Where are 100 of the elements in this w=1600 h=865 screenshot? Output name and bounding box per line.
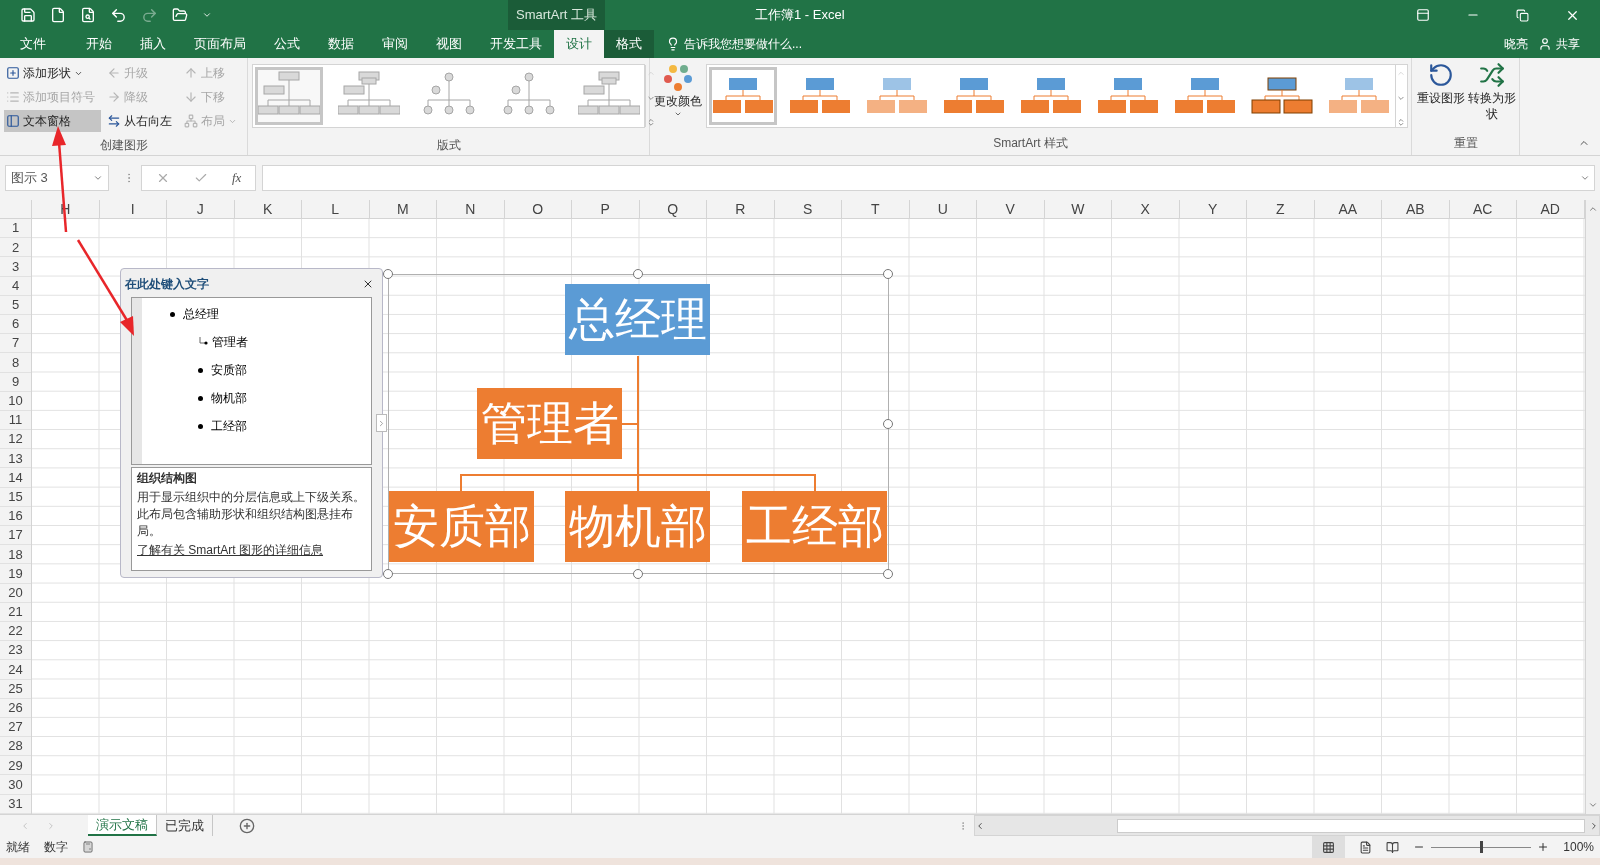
row-header[interactable]: 22 xyxy=(0,621,31,642)
resize-handle[interactable] xyxy=(883,269,893,279)
row-header[interactable]: 5 xyxy=(0,295,31,315)
resize-handle[interactable] xyxy=(883,419,893,429)
row-header[interactable]: 14 xyxy=(0,468,31,488)
open-folder-icon[interactable] xyxy=(172,7,188,23)
close-icon[interactable] xyxy=(362,278,374,290)
outline-text[interactable]: 物机部 xyxy=(211,389,247,407)
ribbon-tab[interactable]: 数据 xyxy=(316,30,366,58)
insert-function-button[interactable]: fx xyxy=(232,168,242,188)
row-header[interactable]: 4 xyxy=(0,276,31,296)
vertical-scrollbar[interactable] xyxy=(1584,200,1600,814)
column-header[interactable]: AA xyxy=(1314,200,1382,218)
column-header[interactable]: O xyxy=(504,200,572,218)
ribbon-tab[interactable]: 格式 xyxy=(604,30,654,58)
page-break-view-icon[interactable] xyxy=(1386,840,1400,854)
row-header[interactable]: 17 xyxy=(0,526,31,546)
row-header[interactable]: 11 xyxy=(0,410,31,431)
resize-handle[interactable] xyxy=(633,569,643,579)
ribbon-tab[interactable]: 审阅 xyxy=(370,30,420,58)
name-box[interactable]: 图示 3 xyxy=(5,165,109,191)
horizontal-scrollbar[interactable] xyxy=(974,815,1600,836)
ribbon-command[interactable]: 添加形状 xyxy=(4,62,101,84)
ribbon-tab[interactable]: 插入 xyxy=(128,30,178,58)
row-header[interactable]: 16 xyxy=(0,506,31,526)
restore-icon[interactable] xyxy=(1516,8,1529,22)
outline-text[interactable]: 安质部 xyxy=(211,361,247,379)
column-header[interactable]: AC xyxy=(1449,200,1517,218)
row-header[interactable]: 26 xyxy=(0,698,31,718)
row-header[interactable]: 19 xyxy=(0,564,31,584)
column-header[interactable]: T xyxy=(842,200,910,218)
page-layout-view-icon[interactable] xyxy=(1359,840,1373,854)
zoom-slider[interactable] xyxy=(1431,841,1532,853)
row-header[interactable]: 6 xyxy=(0,314,31,335)
user-name[interactable]: 晓亮 xyxy=(1504,35,1528,53)
column-header[interactable]: Q xyxy=(639,200,707,218)
row-header[interactable]: 1 xyxy=(0,219,31,239)
change-colors-button[interactable]: 更改颜色 xyxy=(654,62,702,132)
save-icon[interactable] xyxy=(20,7,36,23)
expand-caret-icon[interactable] xyxy=(1580,173,1590,183)
column-header[interactable]: M xyxy=(369,200,437,218)
zoom-slider-thumb[interactable] xyxy=(1480,841,1484,853)
row-header[interactable]: 31 xyxy=(0,794,31,814)
ribbon-tab[interactable]: 视图 xyxy=(424,30,474,58)
resize-handle[interactable] xyxy=(883,569,893,579)
outline-text[interactable]: 管理者 xyxy=(212,333,248,351)
print-preview-icon[interactable] xyxy=(80,7,96,23)
outline-text[interactable]: 总经理 xyxy=(183,305,219,323)
outline-text[interactable]: 工经部 xyxy=(211,417,247,435)
ribbon-tab[interactable]: 公式 xyxy=(262,30,312,58)
resize-handle[interactable] xyxy=(383,569,393,579)
formula-input[interactable] xyxy=(262,165,1595,191)
dropdown-caret-icon[interactable] xyxy=(93,173,103,183)
row-header[interactable]: 3 xyxy=(0,257,31,277)
enter-icon[interactable] xyxy=(194,171,208,185)
ribbon-large-button[interactable]: 重设图形 xyxy=(1416,62,1465,134)
reset-graphic-icon[interactable] xyxy=(1427,62,1454,88)
row-header[interactable]: 2 xyxy=(0,238,31,258)
column-header[interactable]: J xyxy=(167,200,235,218)
zoom-percent[interactable]: 100% xyxy=(1563,838,1594,856)
row-header[interactable]: 23 xyxy=(0,641,31,661)
help-link[interactable]: 了解有关 SmartArt 图形的详细信息 xyxy=(137,542,366,559)
expand-pane-icon[interactable] xyxy=(377,418,386,428)
row-header[interactable]: 20 xyxy=(0,583,31,603)
row-header[interactable]: 7 xyxy=(0,334,31,354)
new-file-icon[interactable] xyxy=(50,7,66,23)
row-header[interactable]: 21 xyxy=(0,602,31,622)
column-header[interactable]: Y xyxy=(1179,200,1247,218)
row-header[interactable]: 29 xyxy=(0,756,31,776)
convert-shapes-icon[interactable] xyxy=(1478,62,1505,88)
resize-handle[interactable] xyxy=(633,269,643,279)
column-header[interactable]: L xyxy=(302,200,370,218)
ribbon-command[interactable]: 从右向左 xyxy=(105,110,178,132)
dropdown-caret-icon[interactable] xyxy=(674,110,682,118)
row-header[interactable]: 15 xyxy=(0,487,31,507)
row-header[interactable]: 9 xyxy=(0,372,31,392)
column-header[interactable]: AB xyxy=(1382,200,1450,218)
scroll-up-icon[interactable] xyxy=(1587,204,1598,214)
ribbon-command[interactable]: 文本窗格 xyxy=(4,110,101,132)
ribbon-tab[interactable]: 开始 xyxy=(74,30,124,58)
row-header[interactable]: 12 xyxy=(0,430,31,450)
row-header[interactable]: 24 xyxy=(0,660,31,680)
column-header[interactable]: S xyxy=(774,200,842,218)
layout-thumbnail[interactable] xyxy=(255,67,323,125)
zoom-in-icon[interactable] xyxy=(1537,841,1550,853)
new-sheet-icon[interactable] xyxy=(239,817,255,834)
row-header[interactable]: 18 xyxy=(0,545,31,565)
ribbon-tab[interactable]: 文件 xyxy=(8,30,58,58)
tell-me-field[interactable]: 告诉我您想要做什么... xyxy=(684,35,802,53)
row-header[interactable]: 25 xyxy=(0,679,31,699)
undo-icon[interactable] xyxy=(110,6,127,24)
gallery-more-icon[interactable] xyxy=(1396,118,1406,127)
scroll-left-icon[interactable] xyxy=(975,820,985,831)
person-icon[interactable] xyxy=(1538,37,1552,51)
column-header[interactable]: N xyxy=(437,200,505,218)
resize-handle[interactable] xyxy=(383,269,393,279)
ribbon-large-button[interactable]: 转换为形状 xyxy=(1467,62,1516,134)
scrollbar-thumb[interactable] xyxy=(1117,818,1585,833)
row-header[interactable]: 30 xyxy=(0,775,31,795)
gallery-more-icon[interactable] xyxy=(646,118,656,127)
